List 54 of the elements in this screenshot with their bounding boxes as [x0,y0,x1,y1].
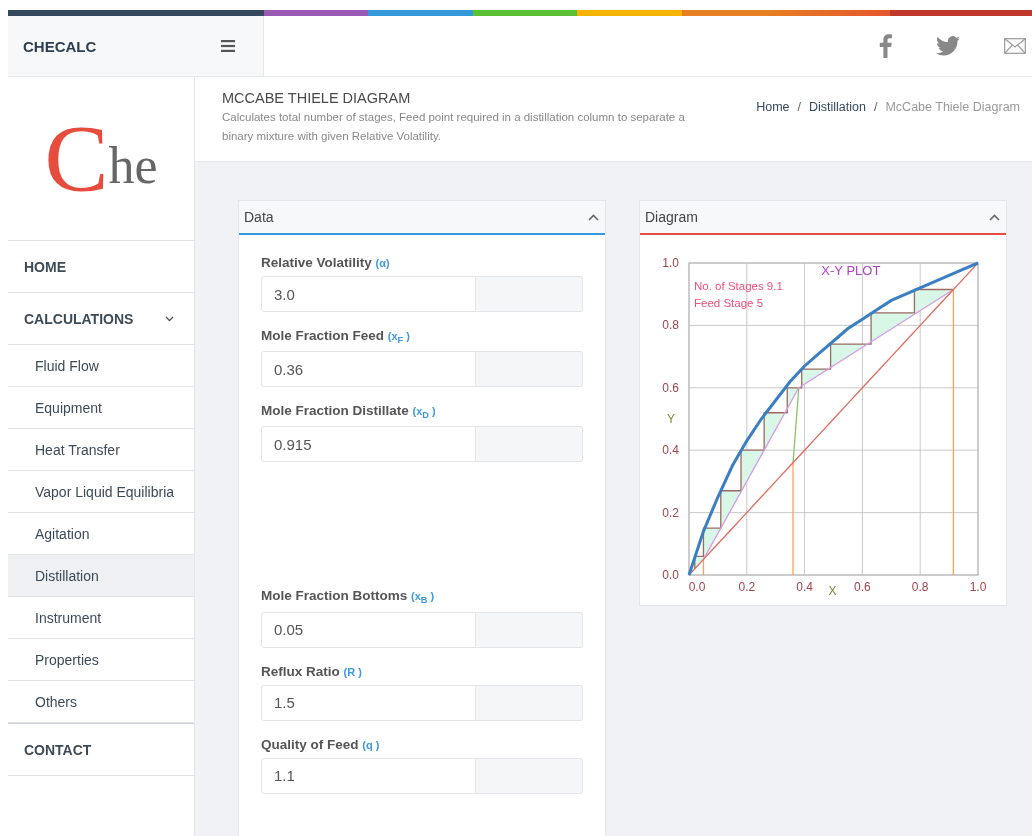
tick-label: 0.2 [738,580,756,594]
field-label: Mole Fraction Bottoms [261,588,408,604]
symbol-label: (x$_{D}$ ) [412,405,436,418]
symbol-label: (x$_{B}$ ) [411,590,435,603]
chart-title: X-Y PLOT [821,263,881,278]
twitter-icon[interactable] [936,36,960,56]
breadcrumb-separator: / [873,100,878,116]
breadcrumb-separator: / [797,100,801,116]
symbol-label: (R ) [343,665,362,678]
tick-label: 1.0 [662,256,679,270]
chart-annotation: Feed Stage 5 [694,297,764,309]
input-field[interactable]: 0.05 [261,611,476,648]
input-field[interactable]: 1.5 [261,684,476,721]
tick-label: 0.4 [796,580,813,594]
input-field[interactable]: 3.0 [261,276,476,312]
nav-item[interactable]: CONTACT [8,723,194,776]
field-label: Mole Fraction Distillate [261,403,409,419]
field-label: Relative Volatility [261,255,372,270]
breadcrumb-link[interactable]: Distillation [809,100,866,161]
tick-label: 0.8 [662,318,679,333]
chevron-icon[interactable] [989,213,1000,221]
input-field[interactable]: 0.915 [261,426,476,463]
nav-item[interactable]: HOME [8,241,194,293]
tick-label: 0.6 [854,580,871,594]
chart-annotation: No. of Stages 9.1 [694,280,783,292]
tick-label: 0.6 [662,380,679,395]
breadcrumb-link[interactable]: Home [756,100,790,161]
tick-label: 1.0 [969,580,987,594]
field-label: Quality of Feed [261,736,359,752]
tick-label: 0.4 [662,443,679,458]
logo[interactable]: Che [8,77,194,241]
page-title: MCCABE THIELE DIAGRAM [222,90,412,106]
symbol-label: (q ) [362,738,380,751]
field-label: Mole Fraction Feed [261,328,385,343]
menu-icon[interactable] [221,40,235,52]
facebook-icon[interactable] [879,34,892,58]
page-description: Calculates total number of stages, Feed point required in a distillation column to separate a binary mixture with given Relative Volatility. [222,110,686,144]
submenu-item[interactable]: Distillation [8,555,194,597]
brand-name[interactable]: CHECALC [8,16,194,76]
panel-title: Diagram [645,209,698,225]
axis-title: X [828,584,837,598]
chevron-icon[interactable] [588,213,599,221]
panel-title: Data [244,209,274,225]
tick-label: 0.2 [662,505,679,520]
mail-icon[interactable] [1004,38,1026,54]
tick-label: 0.0 [662,568,679,582]
input-field[interactable]: 1.1 [261,757,476,794]
input-field[interactable]: 0.36 [261,351,476,388]
axis-title: Y [667,412,675,426]
field-label: Reflux Ratio [261,663,340,679]
symbol-label: (x$_{F}$ ) [387,330,410,342]
tick-label: 0.8 [911,580,929,594]
symbol-label: (α) [375,257,390,269]
tick-label: 0.0 [688,580,706,594]
